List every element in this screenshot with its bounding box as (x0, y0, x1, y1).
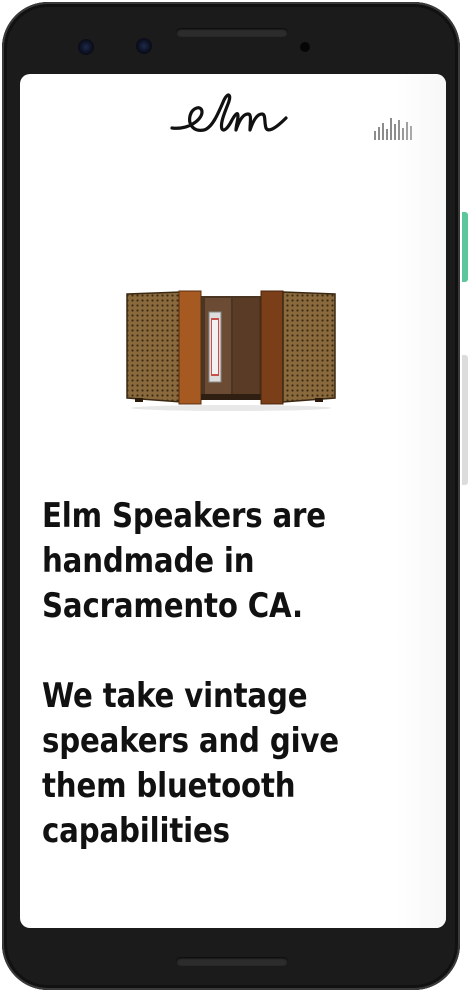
hero-paragraph: Elm Speakers are handmade in Sacramento … (42, 496, 326, 626)
front-camera-icon (136, 38, 152, 54)
phone-frame: elm (2, 2, 460, 990)
phone-screen: elm (20, 74, 446, 928)
volume-button (462, 355, 468, 485)
hero-copy: Elm Speakers are handmade in Sacramento … (42, 494, 386, 854)
hero-paragraph: We take vintage speakers and give them b… (42, 676, 339, 851)
elm-logo[interactable]: elm (168, 86, 292, 140)
top-speaker-slot (176, 28, 288, 37)
power-button (462, 212, 468, 282)
equalizer-bars-icon[interactable] (372, 116, 414, 140)
front-camera-icon (78, 39, 94, 55)
speaker-product-image (126, 290, 336, 411)
screen-edge-shade (396, 74, 446, 928)
page: elm (0, 0, 470, 993)
proximity-sensor-icon (300, 42, 310, 52)
bottom-speaker-slot (176, 957, 288, 966)
